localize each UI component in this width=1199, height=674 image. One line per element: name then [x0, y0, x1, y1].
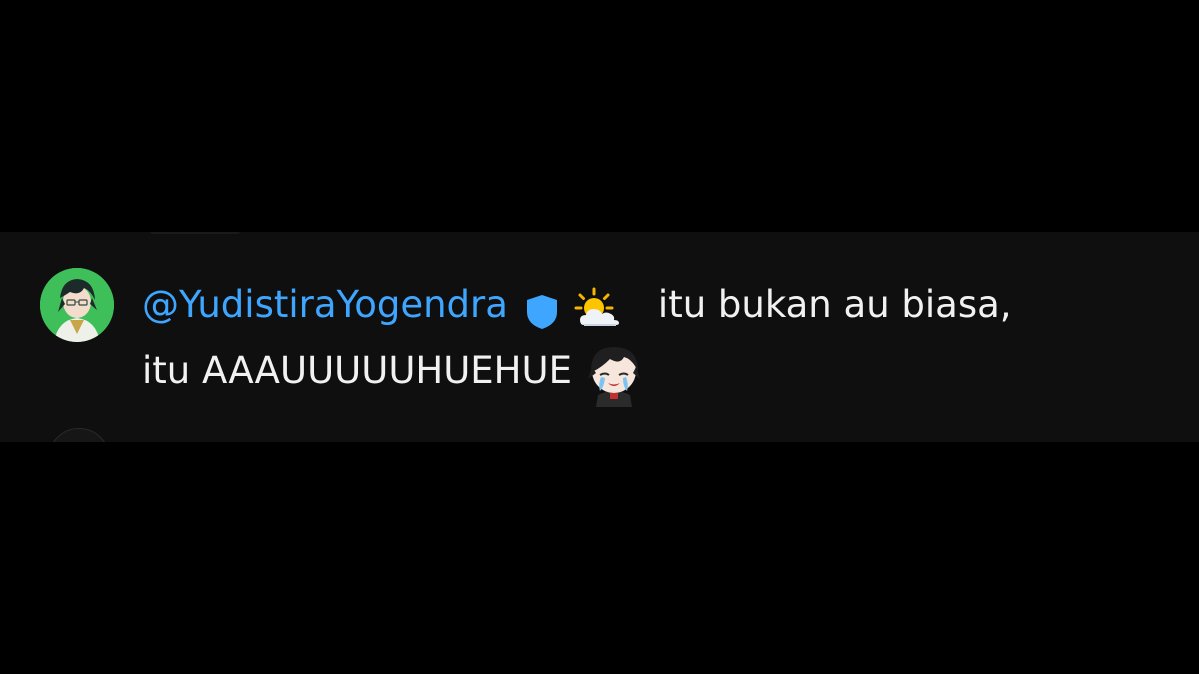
author-avatar[interactable] — [40, 268, 114, 342]
comment-panel: @YudistiraYogendra itu bukan au biasa, i… — [0, 232, 1199, 442]
next-comment-avatar[interactable] — [48, 428, 110, 442]
comment-text-line-2: itu AAAUUUUUHUEHUE — [142, 349, 572, 392]
anime-character-avatar-icon — [40, 268, 114, 342]
comment-username[interactable]: @YudistiraYogendra — [142, 272, 508, 338]
previous-comment-edge — [150, 232, 240, 234]
crying-chibi-sticker-icon — [580, 339, 648, 407]
blue-shield-badge-icon — [524, 286, 560, 329]
screenshot-frame: @YudistiraYogendra itu bukan au biasa, i… — [0, 0, 1199, 674]
comment-line-2: itu AAAUUUUUHUEHUE — [142, 338, 1152, 407]
comment-line-1: @YudistiraYogendra itu bukan au biasa, — [142, 272, 1152, 338]
comment-body: @YudistiraYogendra itu bukan au biasa, i… — [142, 272, 1152, 407]
comment-text-line-1: itu bukan au biasa, — [657, 283, 1012, 326]
sun-behind-cloud-emoji-icon — [574, 284, 622, 326]
